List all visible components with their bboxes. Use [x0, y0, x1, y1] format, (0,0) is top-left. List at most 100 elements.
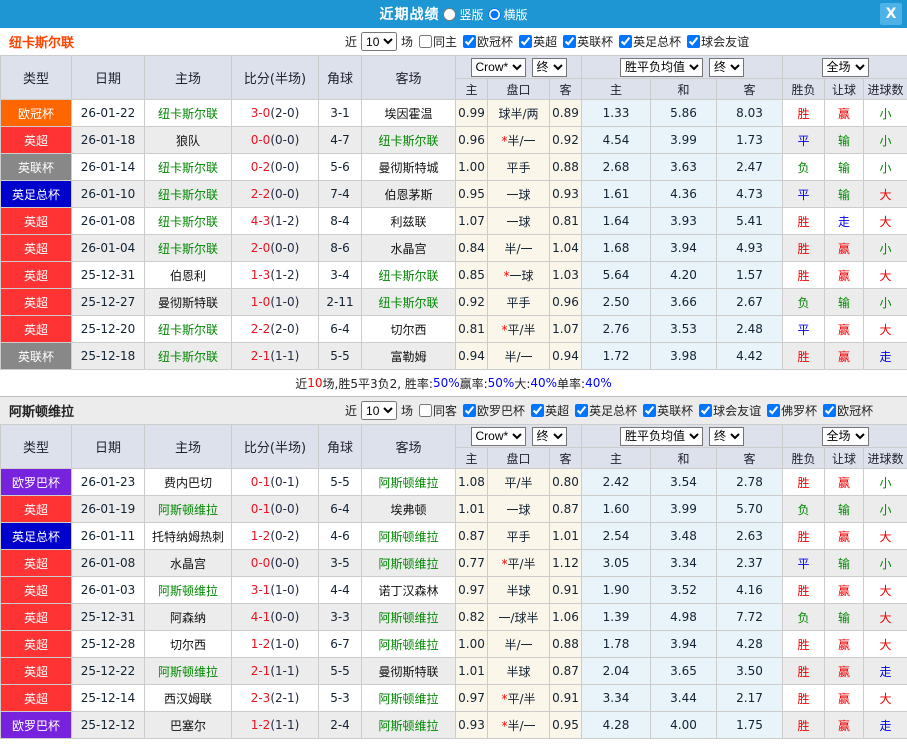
column-header-4: 角球 [318, 424, 362, 469]
same-venue-checkbox[interactable]: 同主 [415, 33, 457, 50]
table-row: 英超 25-12-20 纽卡斯尔联 2-2(2-0) 6-4 切尔西 0.81 *平/半 1.0… [0, 315, 907, 343]
league-checkbox-6[interactable]: 欧冠杯 [819, 402, 873, 419]
halftime-score: (2-1) [270, 691, 300, 705]
league-checkbox-0[interactable]: 欧冠杯 [459, 33, 513, 50]
cell-corners: 4-7 [318, 126, 362, 154]
sub-header-2: 客 [548, 78, 583, 100]
cell-result-1: 赢 [824, 657, 865, 685]
cell-result-2: 小 [863, 153, 907, 181]
league-checkbox-4[interactable]: 球会友谊 [683, 33, 749, 50]
matches-label: 场 [401, 35, 414, 49]
sections-container: 纽卡斯尔联近 10 场同主 欧冠杯 英超 英联杯 英足总杯 球会友谊 类型 日期 主场 比分(半场) 角… [0, 28, 907, 739]
league-checkbox-4[interactable]: 球会友谊 [695, 402, 761, 419]
cell-result-0: 胜 [782, 468, 826, 496]
league-checkbox-input-3[interactable] [619, 35, 633, 48]
cell-date: 25-12-14 [71, 684, 145, 712]
halftime-score: (1-0) [270, 583, 300, 597]
odds-dropdown-0-0[interactable]: Crow* [470, 57, 526, 77]
odds-dropdown-2-0[interactable]: 全场 [821, 426, 869, 446]
league-checkbox-1[interactable]: 英超 [515, 33, 557, 50]
cell-corners: 5-6 [318, 153, 362, 181]
cell-date: 25-12-12 [71, 711, 145, 739]
match-count-select[interactable]: 10 [361, 32, 398, 51]
odds-dropdown-1-1[interactable]: 终 [709, 426, 745, 446]
cell-date: 26-01-18 [71, 126, 145, 154]
odds-dropdown-0-0[interactable]: Crow* [470, 426, 526, 446]
same-venue-checkbox[interactable]: 同客 [415, 402, 457, 419]
odds-dropdown-0-1[interactable]: 终 [531, 426, 567, 446]
league-checkbox-input-5[interactable] [767, 404, 781, 417]
cell-mean-2: 4.16 [716, 576, 784, 604]
cell-result-1: 输 [824, 180, 865, 208]
fulltime-score: 3-0 [250, 106, 271, 120]
odds-dropdown-1-1[interactable]: 终 [709, 57, 745, 77]
layout-radio-vertical[interactable]: 竖版 [443, 6, 484, 23]
league-checkbox-3[interactable]: 英足总杯 [615, 33, 681, 50]
cell-mean-0: 1.60 [581, 495, 652, 523]
league-checkbox-5[interactable]: 佛罗杯 [763, 402, 817, 419]
cell-mean-2: 2.67 [716, 288, 784, 316]
cell-result-0: 胜 [782, 342, 826, 370]
league-checkbox-input-6[interactable] [823, 404, 837, 417]
cell-mean-0: 5.64 [581, 261, 652, 289]
cell-score: 2-1(1-1) [231, 342, 319, 370]
cell-home-odds: 0.81 [455, 315, 488, 343]
layout-radio-horizontal[interactable]: 横版 [487, 6, 528, 23]
cell-away-team: 埃弗顿 [361, 495, 456, 523]
league-checkbox-2[interactable]: 英足总杯 [571, 402, 637, 419]
cell-mean-1: 3.63 [650, 153, 718, 181]
cell-league-type: 英超 [0, 684, 72, 712]
summary-segment: 单率: [557, 376, 586, 391]
cell-mean-1: 3.53 [650, 315, 718, 343]
cell-mean-0: 1.33 [581, 99, 652, 127]
league-checkbox-input-2[interactable] [563, 35, 577, 48]
cell-result-1: 赢 [824, 261, 865, 289]
cell-corners: 8-4 [318, 207, 362, 235]
horizontal-radio-input[interactable] [487, 7, 501, 21]
vertical-radio-input[interactable] [443, 7, 457, 21]
cell-score: 0-1(0-0) [231, 495, 319, 523]
league-checkbox-input-4[interactable] [699, 404, 713, 417]
league-checkbox-input-0[interactable] [463, 35, 477, 48]
cell-handicap: *平/半 [487, 315, 550, 343]
same-venue-checkbox-input[interactable] [419, 35, 433, 48]
same-venue-checkbox-input[interactable] [419, 404, 433, 417]
cell-mean-1: 3.52 [650, 576, 718, 604]
league-checkbox-input-1[interactable] [519, 35, 533, 48]
odds-dropdown-2-0[interactable]: 全场 [821, 57, 869, 77]
team-section-1: 阿斯顿维拉近 10 场同客 欧罗巴杯 英超 英足总杯 英联杯 球会友谊 佛罗杯 欧冠杯 类型 日期 主场… [0, 396, 907, 739]
column-header-4: 角球 [318, 55, 362, 100]
league-checkbox-input-4[interactable] [687, 35, 701, 48]
table-row: 英超 25-12-14 西汉姆联 2-3(2-1) 5-3 阿斯顿维拉 0.97 *平/半 0.… [0, 684, 907, 712]
league-checkbox-input-3[interactable] [643, 404, 657, 417]
odds-dropdown-1-0[interactable]: 胜平负均值 [620, 426, 704, 446]
league-checkbox-2[interactable]: 英联杯 [559, 33, 613, 50]
cell-result-2: 大 [863, 684, 907, 712]
odds-dropdown-1-0[interactable]: 胜平负均值 [620, 57, 704, 77]
cell-handicap: 平手 [487, 522, 550, 550]
league-checkbox-3[interactable]: 英联杯 [639, 402, 693, 419]
cell-away-team: 阿斯顿维拉 [361, 522, 456, 550]
cell-mean-1: 3.54 [650, 468, 718, 496]
close-icon[interactable]: X [880, 3, 902, 25]
cell-mean-2: 2.48 [716, 315, 784, 343]
cell-away-team: 利兹联 [361, 207, 456, 235]
league-checkbox-input-2[interactable] [575, 404, 589, 417]
summary-segment: 50% [487, 376, 515, 390]
fulltime-score: 0-0 [250, 556, 271, 570]
league-checkbox-input-1[interactable] [531, 404, 545, 417]
cell-mean-2: 4.42 [716, 342, 784, 370]
summary-segment: 近 [295, 376, 308, 391]
league-checkbox-0[interactable]: 欧罗巴杯 [459, 402, 525, 419]
handicap-star: * [503, 268, 510, 283]
league-checkbox-input-0[interactable] [463, 404, 477, 417]
column-header-1: 日期 [71, 424, 145, 469]
header-row-top: 类型 日期 主场 比分(半场) 角球 客场 Crow* 终胜平负均值终全场 [0, 424, 907, 469]
cell-home-odds: 0.84 [455, 234, 488, 262]
league-checkbox-1[interactable]: 英超 [527, 402, 569, 419]
match-count-select[interactable]: 10 [361, 401, 398, 420]
cell-result-0: 胜 [782, 261, 826, 289]
odds-dropdown-0-1[interactable]: 终 [531, 57, 567, 77]
cell-league-type: 英超 [0, 603, 72, 631]
cell-mean-2: 7.72 [716, 603, 784, 631]
